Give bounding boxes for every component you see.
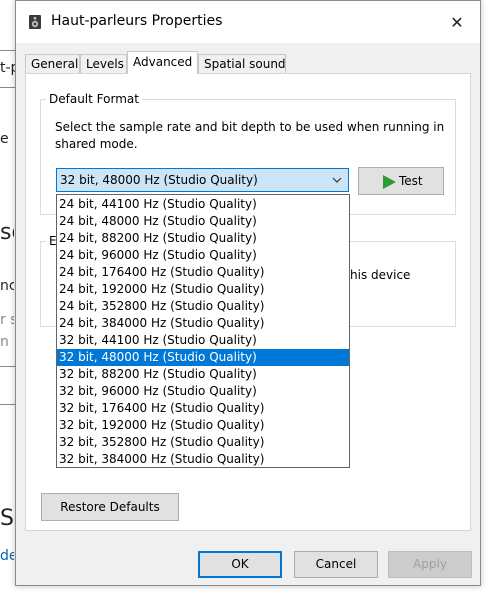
background-divider <box>0 366 15 367</box>
cancel-button[interactable]: Cancel <box>294 551 378 578</box>
dropdown-option[interactable]: 32 bit, 88200 Hz (Studio Quality) <box>57 366 349 383</box>
ok-button[interactable]: OK <box>198 551 282 578</box>
dropdown-option[interactable]: 32 bit, 44100 Hz (Studio Quality) <box>57 332 349 349</box>
dropdown-option[interactable]: 32 bit, 96000 Hz (Studio Quality) <box>57 383 349 400</box>
sample-rate-selected-value: 32 bit, 48000 Hz (Studio Quality) <box>60 173 258 187</box>
background-text-fragment: e <box>0 131 9 147</box>
background-link-fragment[interactable]: de <box>0 548 14 564</box>
tab-general[interactable]: General <box>25 54 80 73</box>
dropdown-option[interactable]: 32 bit, 176400 Hz (Studio Quality) <box>57 400 349 417</box>
speaker-icon <box>29 15 41 29</box>
dropdown-option[interactable]: 24 bit, 384000 Hz (Studio Quality) <box>57 315 349 332</box>
dropdown-option[interactable]: 32 bit, 48000 Hz (Studio Quality) <box>57 349 349 366</box>
description-line: Select the sample rate and bit depth to … <box>55 120 445 134</box>
background-text-fragment: nc <box>0 278 14 294</box>
close-icon[interactable]: ✕ <box>442 9 472 37</box>
exclusive-mode-text-fragment: his device <box>350 268 411 282</box>
sample-rate-select[interactable]: 32 bit, 48000 Hz (Studio Quality) <box>56 168 349 192</box>
dropdown-option[interactable]: 24 bit, 176400 Hz (Studio Quality) <box>57 264 349 281</box>
test-button-label: Test <box>399 174 423 188</box>
restore-defaults-button[interactable]: Restore Defaults <box>41 493 179 521</box>
background-heading-fragment: S <box>0 506 14 531</box>
dropdown-option[interactable]: 32 bit, 384000 Hz (Studio Quality) <box>57 451 349 468</box>
default-format-description: Select the sample rate and bit depth to … <box>55 119 444 153</box>
test-button[interactable]: Test <box>358 167 444 195</box>
dropdown-option[interactable]: 32 bit, 192000 Hz (Studio Quality) <box>57 417 349 434</box>
default-format-label: Default Format <box>46 92 142 106</box>
dropdown-option[interactable]: 24 bit, 96000 Hz (Studio Quality) <box>57 247 349 264</box>
tab-levels[interactable]: Levels <box>80 54 127 73</box>
background-text-fragment: n m <box>0 334 14 350</box>
dialog-title: Haut-parleurs Properties <box>51 13 223 29</box>
apply-button: Apply <box>388 551 472 578</box>
dropdown-option[interactable]: 24 bit, 192000 Hz (Studio Quality) <box>57 281 349 298</box>
title-bar: Haut-parleurs Properties ✕ <box>16 1 480 43</box>
dropdown-option[interactable]: 32 bit, 352800 Hz (Studio Quality) <box>57 434 349 451</box>
description-line: shared mode. <box>55 137 138 151</box>
chevron-down-icon <box>332 177 342 183</box>
dropdown-option[interactable]: 24 bit, 352800 Hz (Studio Quality) <box>57 298 349 315</box>
tab-advanced[interactable]: Advanced <box>127 51 198 74</box>
play-icon <box>383 175 396 189</box>
tab-spatial-sound[interactable]: Spatial sound <box>198 54 286 73</box>
sample-rate-dropdown-list[interactable]: 24 bit, 44100 Hz (Studio Quality) 24 bit,… <box>56 194 350 468</box>
dropdown-option[interactable]: 24 bit, 44100 Hz (Studio Quality) <box>57 196 349 213</box>
background-heading-fragment: so <box>0 220 14 245</box>
dropdown-option[interactable]: 24 bit, 48000 Hz (Studio Quality) <box>57 213 349 230</box>
dropdown-option[interactable]: 24 bit, 88200 Hz (Studio Quality) <box>57 230 349 247</box>
properties-dialog: Haut-parleurs Properties ✕ General Level… <box>15 0 481 586</box>
background-divider <box>0 404 15 405</box>
background-text-fragment: r sp <box>0 312 14 328</box>
